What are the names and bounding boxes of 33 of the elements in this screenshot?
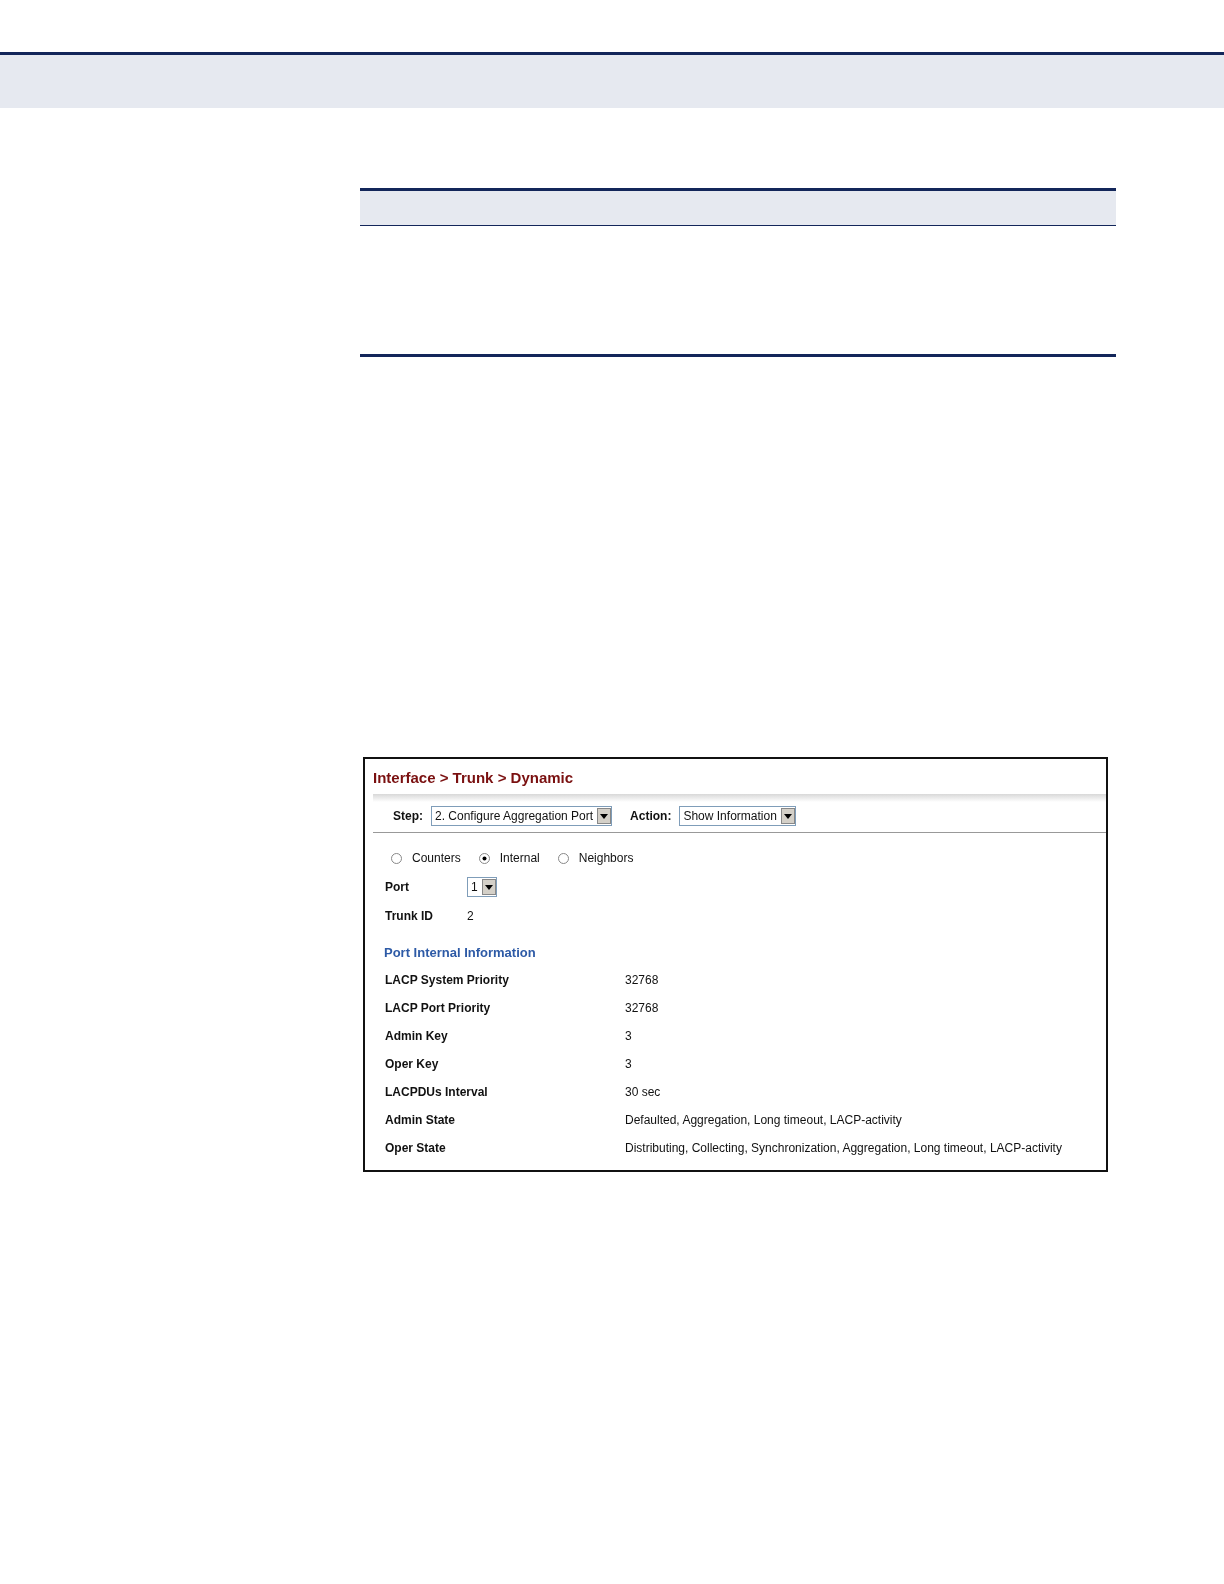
dropdown[interactable]: Show Information [679, 806, 796, 826]
radio-label: Counters [412, 851, 461, 865]
port-label: Port [385, 880, 410, 894]
radio-label: Neighbors [578, 851, 634, 865]
field-value: 30 sec [625, 1085, 661, 1099]
breadcrumb: Interface > Trunk > Dynamic [372, 768, 575, 788]
dropdown[interactable]: 2. Configure Aggregation Port [431, 806, 613, 826]
caret-icon [600, 813, 609, 819]
caret-icon [783, 813, 792, 819]
step-label: Step: [393, 809, 423, 823]
field-value: 3 [625, 1029, 632, 1043]
dropdown[interactable]: 1 [467, 877, 497, 897]
caret-icon [484, 884, 493, 890]
radio-button[interactable] [391, 852, 402, 864]
field-value: 32768 [625, 973, 659, 987]
trunk-id-label: Trunk ID [385, 909, 434, 923]
field-label: Admin State [385, 1113, 456, 1127]
field-label: Oper Key [385, 1057, 440, 1071]
radio-label: Internal [499, 851, 540, 865]
field-label: Oper State [385, 1141, 447, 1155]
field-label: LACP System Priority [385, 973, 510, 987]
field-value: 32768 [625, 1001, 659, 1015]
field-label: Admin Key [385, 1029, 449, 1043]
field-value: 3 [625, 1057, 632, 1071]
radio-button[interactable] [557, 852, 569, 864]
radio-button[interactable] [478, 852, 490, 864]
action-label: Action: [630, 809, 672, 823]
field-value: Defaulted, Aggregation, Long timeout, LACP-activity [625, 1113, 902, 1127]
field-label: LACPDUs Interval [385, 1085, 489, 1099]
field-label: LACP Port Priority [385, 1001, 492, 1015]
field-value: Distributing, Collecting, Synchronization, Aggregation, Long timeout, LACP-activity [625, 1141, 1062, 1155]
section-title: Port Internal Information [383, 944, 537, 962]
trunk-id-value: 2 [467, 909, 474, 923]
